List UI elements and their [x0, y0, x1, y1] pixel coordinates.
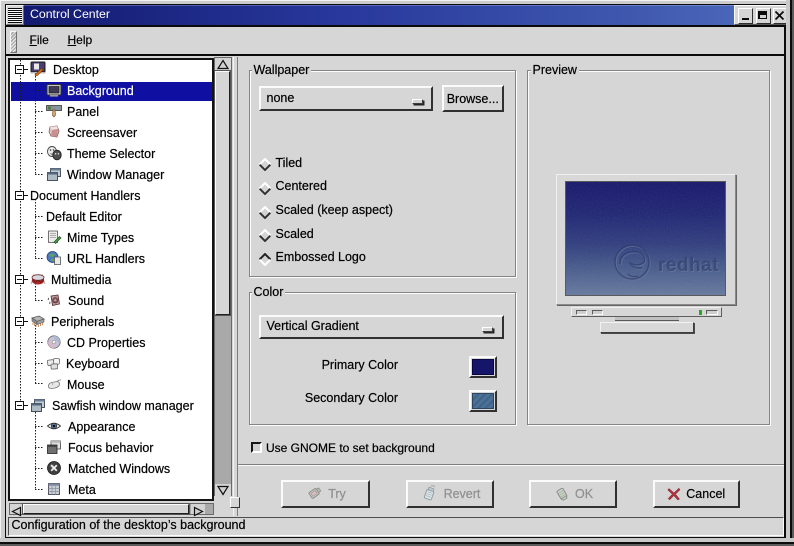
svg-text:redhat: redhat — [658, 255, 719, 276]
